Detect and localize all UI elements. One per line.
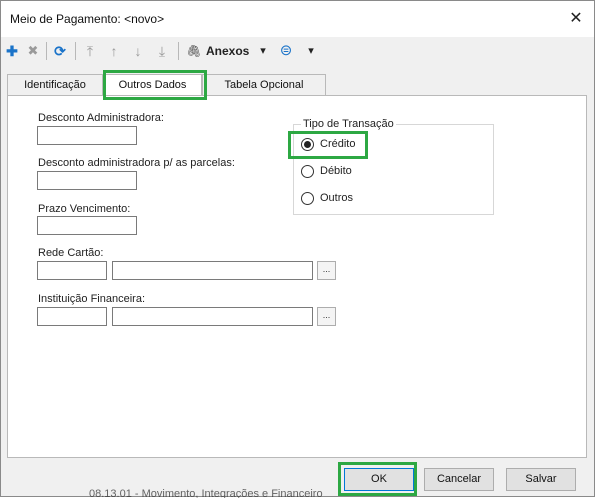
radio-label: Crédito [320, 138, 356, 150]
disk-icon[interactable]: ⊜ [277, 41, 295, 61]
tipo-transacao-title: Tipo de Transação [301, 118, 396, 130]
chevron-down-icon[interactable]: ▾ [305, 41, 317, 61]
radio-label: Outros [320, 192, 354, 204]
tab-outros-dados[interactable]: Outros Dados [103, 74, 202, 97]
add-icon[interactable]: ✚ [4, 41, 20, 61]
desconto-administradora-label: Desconto Administradora: [38, 112, 164, 124]
rede-cartao-browse-button[interactable]: ... [317, 261, 336, 280]
desconto-parcelas-input[interactable] [37, 171, 137, 190]
radio-button-checked[interactable] [301, 138, 314, 151]
last-record-icon[interactable]: ⤓ [153, 41, 171, 61]
desconto-parcelas-label: Desconto administradora p/ as parcelas: [38, 157, 235, 169]
desconto-administradora-input[interactable] [37, 126, 137, 145]
anexos-button[interactable]: Anexos [206, 41, 250, 61]
radio-debito[interactable]: Débito [301, 164, 365, 180]
instituicao-financeira-browse-button[interactable]: ... [317, 307, 336, 326]
close-button[interactable]: ✕ [562, 5, 590, 33]
window-title: Meio de Pagamento: <novo> [10, 12, 165, 26]
radio-label: Débito [320, 165, 352, 177]
prazo-vencimento-label: Prazo Vencimento: [38, 203, 131, 215]
rede-cartao-description-input[interactable] [112, 261, 313, 280]
rede-cartao-label: Rede Cartão: [38, 247, 104, 259]
toolbar-separator [178, 42, 179, 60]
radio-button[interactable] [301, 192, 314, 205]
paperclip-icon[interactable]: 🖇 [185, 41, 203, 61]
tab-tabela-opcional[interactable]: Tabela Opcional [202, 74, 326, 96]
dialog-window: Meio de Pagamento: <novo> ✕ ✚ ✖ ⟳ ⤒ ↑ ↓ … [0, 0, 595, 498]
tab-identificacao[interactable]: Identificação [7, 74, 103, 96]
prazo-vencimento-input[interactable] [37, 216, 137, 235]
next-record-icon[interactable]: ↓ [129, 41, 147, 61]
ok-button[interactable]: OK [344, 468, 414, 491]
refresh-icon[interactable]: ⟳ [51, 41, 69, 61]
first-record-icon[interactable]: ⤒ [81, 41, 99, 61]
instituicao-financeira-description-input[interactable] [112, 307, 313, 326]
radio-credito[interactable]: Crédito [301, 137, 365, 153]
instituicao-financeira-label: Instituição Financeira: [38, 293, 145, 305]
cancel-button[interactable]: Cancelar [424, 468, 494, 491]
radio-outros[interactable]: Outros [301, 191, 365, 207]
save-button[interactable]: Salvar [506, 468, 576, 491]
rede-cartao-code-input[interactable] [37, 261, 107, 280]
title-bar: Meio de Pagamento: <novo> ✕ [1, 1, 594, 37]
delete-icon[interactable]: ✖ [25, 41, 41, 61]
toolbar: ✚ ✖ ⟳ ⤒ ↑ ↓ ⤓ 🖇 Anexos ▾ ⊜ ▾ [1, 37, 594, 65]
instituicao-financeira-code-input[interactable] [37, 307, 107, 326]
radio-button[interactable] [301, 165, 314, 178]
toolbar-separator [75, 42, 76, 60]
toolbar-separator [46, 42, 47, 60]
chevron-down-icon[interactable]: ▾ [257, 41, 269, 61]
previous-record-icon[interactable]: ↑ [105, 41, 123, 61]
